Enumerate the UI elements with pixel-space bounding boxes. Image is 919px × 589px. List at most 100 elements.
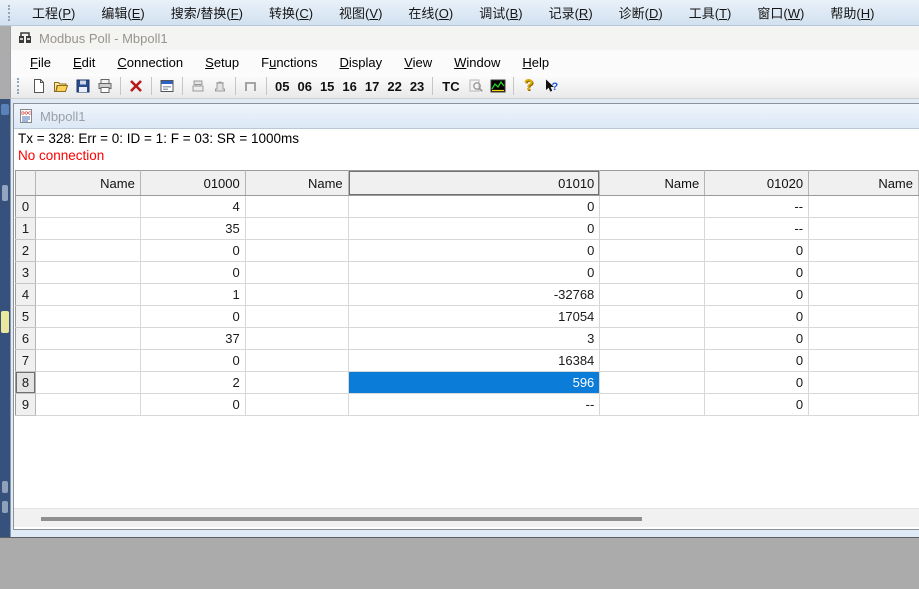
document-titlebar[interactable]: DOC Mbpoll1 bbox=[14, 104, 919, 129]
grid-cell[interactable] bbox=[809, 394, 919, 416]
help-button[interactable]: ? bbox=[518, 75, 540, 97]
grid-cell[interactable]: 0 bbox=[705, 350, 809, 372]
grid-cell[interactable] bbox=[245, 306, 348, 328]
grid-cell[interactable]: 0 bbox=[348, 240, 600, 262]
save-file-button[interactable] bbox=[72, 75, 94, 97]
grid-cell[interactable]: 0 bbox=[348, 196, 600, 218]
app-menu-item-3[interactable]: Setup bbox=[194, 52, 250, 73]
scrollbar-thumb[interactable] bbox=[41, 517, 642, 521]
grid-cell[interactable] bbox=[600, 372, 705, 394]
grid-cell[interactable] bbox=[35, 372, 140, 394]
host-menu-item-2[interactable]: 搜索/替换(F) bbox=[158, 0, 256, 25]
row-header-9[interactable]: 9 bbox=[16, 394, 36, 416]
grid-cell[interactable] bbox=[600, 306, 705, 328]
grid-cell[interactable] bbox=[35, 284, 140, 306]
row-header-0[interactable]: 0 bbox=[16, 196, 36, 218]
function-code-17-button[interactable]: 17 bbox=[361, 77, 383, 96]
grid-cell[interactable] bbox=[809, 328, 919, 350]
host-menu-item-11[interactable]: 帮助(H) bbox=[817, 0, 887, 25]
grid-cell[interactable]: -32768 bbox=[348, 284, 600, 306]
grid-cell[interactable] bbox=[245, 328, 348, 350]
grid-cell[interactable] bbox=[600, 218, 705, 240]
grid-cell[interactable] bbox=[600, 328, 705, 350]
row-header-8[interactable]: 8 bbox=[16, 372, 36, 394]
grid-cell[interactable]: 3 bbox=[348, 328, 600, 350]
grid-cell[interactable] bbox=[245, 372, 348, 394]
grid-cell[interactable] bbox=[809, 372, 919, 394]
column-header-Name[interactable]: Name bbox=[809, 171, 919, 196]
grid-cell[interactable]: 0 bbox=[140, 240, 245, 262]
function-code-22-button[interactable]: 22 bbox=[383, 77, 405, 96]
host-menu-item-6[interactable]: 调试(B) bbox=[466, 0, 535, 25]
host-menu-item-7[interactable]: 记录(R) bbox=[536, 0, 606, 25]
modbus-poll-titlebar[interactable]: Modbus Poll - Mbpoll1 bbox=[10, 26, 919, 50]
grid-cell[interactable] bbox=[245, 262, 348, 284]
grid-cell[interactable]: 0 bbox=[705, 284, 809, 306]
grid-cell[interactable] bbox=[35, 350, 140, 372]
grid-cell[interactable]: 0 bbox=[140, 306, 245, 328]
grid-cell[interactable]: -- bbox=[705, 196, 809, 218]
app-menu-item-7[interactable]: Window bbox=[443, 52, 511, 73]
grid-cell[interactable] bbox=[809, 306, 919, 328]
grid-cell[interactable]: 0 bbox=[705, 372, 809, 394]
grid-cell[interactable]: 0 bbox=[705, 306, 809, 328]
row-header-1[interactable]: 1 bbox=[16, 218, 36, 240]
host-menu-item-3[interactable]: 转换(C) bbox=[256, 0, 326, 25]
grid-corner-header[interactable] bbox=[16, 171, 36, 196]
open-file-button[interactable] bbox=[50, 75, 72, 97]
poll-definition-button[interactable] bbox=[209, 75, 231, 97]
toolbar-grip[interactable] bbox=[17, 78, 22, 94]
dock-handle[interactable] bbox=[2, 481, 8, 493]
host-menu-item-8[interactable]: 诊断(D) bbox=[606, 0, 676, 25]
grid-cell[interactable] bbox=[245, 196, 348, 218]
grid-cell[interactable] bbox=[600, 284, 705, 306]
function-code-06-button[interactable]: 06 bbox=[293, 77, 315, 96]
grid-cell[interactable] bbox=[600, 196, 705, 218]
grid-cell[interactable]: 0 bbox=[705, 262, 809, 284]
host-menu-item-1[interactable]: 编辑(E) bbox=[88, 0, 157, 25]
grid-cell[interactable] bbox=[245, 394, 348, 416]
grid-cell[interactable] bbox=[809, 284, 919, 306]
grid-cell[interactable] bbox=[809, 240, 919, 262]
app-menu-item-0[interactable]: File bbox=[19, 52, 62, 73]
grid-cell[interactable]: 0 bbox=[705, 328, 809, 350]
pulse-button[interactable] bbox=[240, 75, 262, 97]
grid-cell[interactable]: 35 bbox=[140, 218, 245, 240]
grid-cell[interactable] bbox=[600, 240, 705, 262]
grid-cell[interactable]: -- bbox=[705, 218, 809, 240]
grid-cell[interactable]: -- bbox=[348, 394, 600, 416]
dock-handle[interactable] bbox=[1, 311, 9, 333]
horizontal-scrollbar[interactable] bbox=[14, 508, 919, 527]
host-menu-item-9[interactable]: 工具(T) bbox=[676, 0, 745, 25]
column-header-01010[interactable]: 01010 bbox=[348, 171, 600, 196]
grid-cell[interactable] bbox=[245, 240, 348, 262]
app-menu-item-6[interactable]: View bbox=[393, 52, 443, 73]
grid-cell[interactable] bbox=[35, 328, 140, 350]
grid-cell[interactable]: 0 bbox=[705, 394, 809, 416]
setup-dialog-button[interactable] bbox=[156, 75, 178, 97]
context-help-button[interactable]: ? bbox=[540, 75, 562, 97]
grid-cell[interactable]: 4 bbox=[140, 196, 245, 218]
app-menu-item-1[interactable]: Edit bbox=[62, 52, 106, 73]
grid-cell[interactable] bbox=[35, 394, 140, 416]
row-header-6[interactable]: 6 bbox=[16, 328, 36, 350]
grid-cell[interactable] bbox=[245, 350, 348, 372]
traffic-monitor-button[interactable] bbox=[487, 75, 509, 97]
function-code-23-button[interactable]: 23 bbox=[406, 77, 428, 96]
grid-cell[interactable] bbox=[809, 196, 919, 218]
row-header-4[interactable]: 4 bbox=[16, 284, 36, 306]
grid-cell[interactable]: 0 bbox=[348, 262, 600, 284]
grid-cell[interactable] bbox=[35, 240, 140, 262]
selected-cell[interactable]: 596 bbox=[348, 372, 600, 394]
dock-handle[interactable] bbox=[2, 501, 8, 513]
print-button[interactable] bbox=[94, 75, 116, 97]
app-menu-item-5[interactable]: Display bbox=[329, 52, 394, 73]
grid-cell[interactable] bbox=[35, 306, 140, 328]
host-menu-item-10[interactable]: 窗口(W) bbox=[744, 0, 817, 25]
find-button[interactable] bbox=[465, 75, 487, 97]
grid-cell[interactable]: 16384 bbox=[348, 350, 600, 372]
function-code-05-button[interactable]: 05 bbox=[271, 77, 293, 96]
grid-cell[interactable] bbox=[809, 350, 919, 372]
test-center-button[interactable]: TC bbox=[437, 77, 464, 96]
host-menu-item-0[interactable]: 工程(P) bbox=[19, 0, 88, 25]
